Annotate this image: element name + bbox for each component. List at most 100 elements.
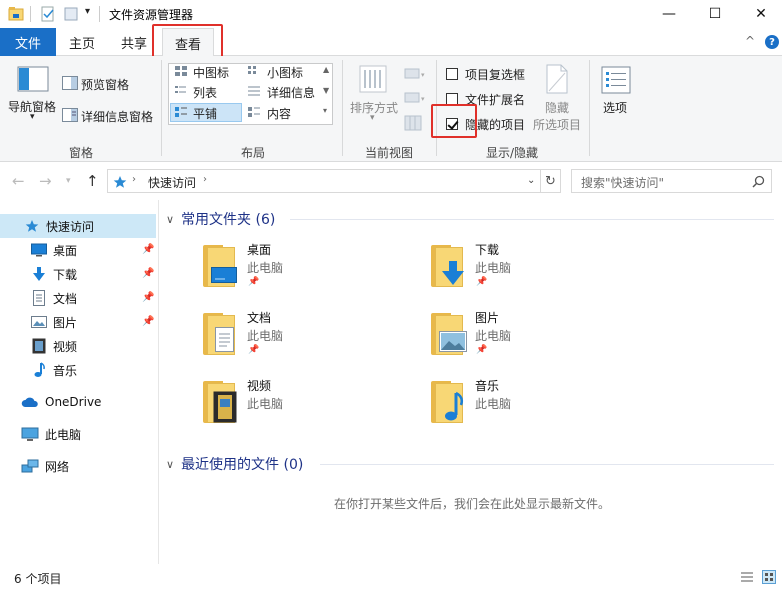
pin-icon: 📌 — [476, 277, 488, 287]
sidebar-item-videos[interactable]: 视频 — [31, 335, 77, 357]
sidebar-item-this-pc[interactable]: 此电脑 — [21, 423, 81, 445]
folder-name: 音乐 — [475, 379, 500, 393]
layout-medium-icons[interactable]: 中图标 — [193, 64, 229, 81]
pin-icon: 📌 — [142, 244, 155, 255]
desktop-overlay-icon — [211, 267, 237, 283]
frequent-folders-header[interactable]: ∨ 常用文件夹 (6) — [166, 209, 275, 229]
sidebar-item-onedrive[interactable]: OneDrive — [21, 391, 101, 413]
sidebar-item-desktop[interactable]: 桌面 — [31, 239, 77, 261]
folder-tile-videos[interactable]: 视频 此电脑 — [201, 377, 401, 433]
folder-icon — [201, 381, 237, 423]
sidebar-item-pictures[interactable]: 图片 — [31, 311, 77, 333]
large-icons-view-icon[interactable] — [762, 570, 776, 584]
layout-small-icons[interactable]: 小图标 — [267, 64, 303, 81]
address-bar[interactable]: › 快速访问 › ⌄ — [107, 169, 541, 193]
folder-name: 文档 — [247, 311, 272, 325]
tab-file[interactable]: 文件 — [0, 28, 56, 56]
pin-icon: 📌 — [476, 345, 488, 355]
recent-files-title: 最近使用的文件 (0) — [181, 457, 304, 473]
tiles-icon — [175, 107, 187, 117]
folder-tile-music[interactable]: 音乐 此电脑 — [429, 377, 629, 433]
breadcrumb-quick-access[interactable]: 快速访问 — [148, 174, 196, 191]
layout-details[interactable]: 详细信息 — [267, 84, 315, 101]
folder-name: 下载 — [475, 243, 500, 257]
sort-by-icon — [359, 65, 387, 93]
layout-expand-icon[interactable]: ▾ — [323, 106, 327, 115]
title-bar: ▾ 文件资源管理器 — ☐ ✕ — [0, 0, 782, 28]
music-overlay-icon — [445, 391, 464, 421]
video-icon — [32, 338, 46, 354]
back-icon[interactable]: ← — [12, 172, 25, 190]
document-overlay-icon — [215, 327, 234, 352]
forward-icon[interactable]: → — [39, 172, 52, 190]
folder-icon — [429, 313, 467, 355]
address-history-dropdown-icon[interactable]: ⌄ — [527, 175, 535, 186]
details-view-icon[interactable] — [740, 570, 754, 584]
folder-name: 图片 — [475, 311, 500, 325]
options-button[interactable]: 选项 — [603, 99, 627, 116]
folder-tile-documents[interactable]: 文档 此电脑 📌 — [201, 309, 401, 365]
sidebar-item-quick-access[interactable]: 快速访问 — [24, 215, 94, 237]
layout-tiles[interactable]: 平铺 — [193, 105, 217, 122]
video-overlay-icon — [213, 391, 237, 423]
picture-overlay-icon — [439, 331, 467, 352]
folder-tile-downloads[interactable]: 下载 此电脑 📌 — [429, 241, 629, 297]
hide-selected-items-icon — [546, 64, 568, 94]
close-button[interactable]: ✕ — [738, 0, 782, 28]
sidebar-item-label: 下载 — [53, 267, 78, 282]
status-bar: 6 个项目 — [0, 566, 782, 589]
content-icon — [248, 107, 260, 117]
item-checkboxes-checkbox[interactable] — [446, 68, 458, 80]
up-icon[interactable]: ↑ — [86, 172, 99, 190]
folder-tile-pictures[interactable]: 图片 此电脑 📌 — [429, 309, 629, 365]
pane-splitter[interactable] — [158, 200, 159, 564]
folder-location: 此电脑 — [247, 397, 284, 411]
properties-icon[interactable] — [40, 6, 56, 22]
group-by-icon[interactable]: ▾ — [404, 67, 426, 81]
collapse-ribbon-icon[interactable]: ^ — [745, 34, 755, 48]
sidebar-item-label: 音乐 — [53, 363, 78, 378]
network-icon — [21, 459, 39, 472]
svg-text:▾: ▾ — [421, 95, 425, 103]
layout-content[interactable]: 内容 — [267, 105, 291, 122]
item-checkboxes-label[interactable]: 项目复选框 — [465, 66, 525, 83]
help-icon[interactable]: ? — [765, 35, 779, 49]
details-pane-icon — [62, 108, 78, 122]
maximize-button[interactable]: ☐ — [692, 0, 738, 28]
empty-recent-message: 在你打开某些文件后，我们会在此处显示最新文件。 — [334, 497, 611, 511]
folder-icon — [201, 313, 235, 355]
breadcrumb-separator[interactable]: › — [132, 174, 136, 185]
quick-access-dropdown-icon[interactable]: ▾ — [85, 6, 90, 17]
sidebar-item-downloads[interactable]: 下载 — [31, 263, 77, 285]
size-columns-icon[interactable] — [404, 115, 422, 131]
minimize-button[interactable]: — — [646, 0, 692, 28]
folder-icon — [201, 245, 237, 287]
layout-list[interactable]: 列表 — [193, 84, 217, 101]
sidebar-item-music[interactable]: 音乐 — [31, 359, 77, 381]
folder-tile-desktop[interactable]: 桌面 此电脑 📌 — [201, 241, 401, 297]
new-folder-icon[interactable] — [63, 6, 79, 22]
sidebar-item-network[interactable]: 网络 — [21, 455, 69, 477]
collapse-chevron-icon[interactable]: ∨ — [166, 213, 174, 226]
refresh-button[interactable]: ↻ — [541, 169, 561, 193]
sort-by-dropdown-icon[interactable]: ▾ — [370, 113, 375, 123]
recent-files-header[interactable]: ∨ 最近使用的文件 (0) — [166, 454, 303, 474]
layout-scroll-down-icon[interactable]: ▼ — [323, 86, 329, 95]
hide-selected-button[interactable]: 隐藏 — [545, 99, 569, 116]
sidebar-item-documents[interactable]: 文档 — [31, 287, 77, 309]
tab-home[interactable]: 主页 — [60, 28, 104, 56]
ribbon: 导航窗格 ▾ 预览窗格 详细信息窗格 窗格 中图标 小图标 列表 详细信息 平铺… — [0, 56, 782, 162]
details-pane-button[interactable]: 详细信息窗格 — [81, 108, 153, 125]
preview-pane-icon — [62, 76, 78, 90]
recent-locations-icon[interactable]: ▾ — [66, 176, 71, 186]
navigation-pane-dropdown-icon[interactable]: ▾ — [30, 112, 35, 122]
sidebar-item-label: 桌面 — [53, 243, 78, 258]
search-box[interactable]: 搜索"快速访问" — [571, 169, 772, 193]
collapse-chevron-icon[interactable]: ∨ — [166, 458, 174, 471]
breadcrumb-separator-end[interactable]: › — [203, 174, 207, 185]
tab-share[interactable]: 共享 — [112, 28, 156, 56]
layout-scroll-up-icon[interactable]: ▲ — [323, 65, 329, 74]
add-columns-icon[interactable]: ▾ — [404, 91, 426, 105]
search-input[interactable]: 搜索"快速访问" — [581, 174, 664, 191]
preview-pane-button[interactable]: 预览窗格 — [81, 76, 129, 93]
